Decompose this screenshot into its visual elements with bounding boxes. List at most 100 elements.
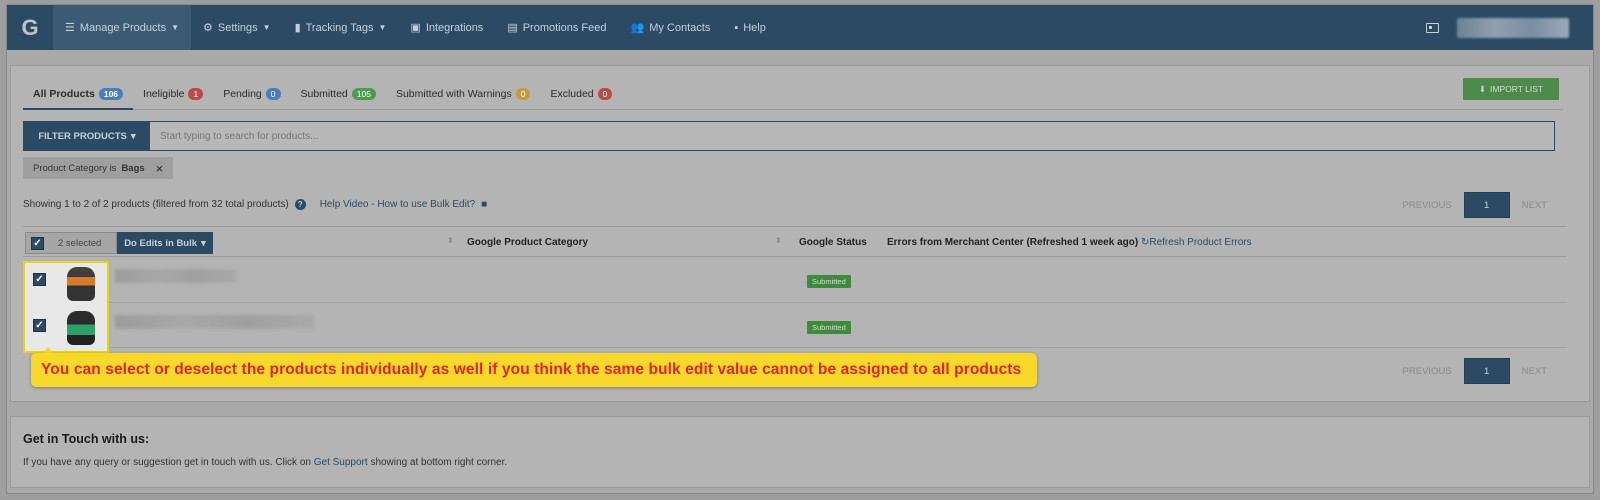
download-icon: ⬇ xyxy=(1478,83,1487,94)
column-category[interactable]: Google Product Category xyxy=(467,237,588,248)
previous-page-button[interactable]: PREVIOUS xyxy=(1391,200,1464,211)
table-header: ✓ 2 selected Do Edits in Bulk ▾ ⬍ Google… xyxy=(23,226,1567,257)
video-camera-icon[interactable]: ■ xyxy=(481,199,487,210)
nav-label: Manage Products xyxy=(79,21,167,34)
product-search-input[interactable] xyxy=(150,122,1554,150)
row-checkbox[interactable]: ✓ xyxy=(33,273,46,286)
count-badge: 0 xyxy=(515,88,531,100)
nav-label: Settings xyxy=(217,21,258,34)
tab-label: Submitted xyxy=(300,88,348,100)
selected-count: 2 selected xyxy=(58,237,102,249)
help-video-link[interactable]: Help Video - How to use Bulk Edit? xyxy=(320,199,475,210)
tab-ineligible[interactable]: Ineligible 1 xyxy=(133,82,213,110)
refresh-errors-link[interactable]: ↻Refresh Product Errors xyxy=(1141,237,1252,248)
pager-bottom: PREVIOUS 1 NEXT xyxy=(1391,358,1559,384)
select-all-group[interactable]: ✓ 2 selected xyxy=(25,232,117,254)
next-page-button[interactable]: NEXT xyxy=(1510,366,1559,377)
tab-submitted-with-warnings[interactable]: Submitted with Warnings 0 xyxy=(386,82,540,110)
nav-my-contacts[interactable]: 👥 My Contacts xyxy=(618,5,722,50)
sort-icon[interactable]: ⬍ xyxy=(447,236,454,245)
current-page-button[interactable]: 1 xyxy=(1463,358,1510,384)
row-checkbox[interactable]: ✓ xyxy=(33,319,46,332)
product-name-blurred[interactable] xyxy=(115,315,315,329)
select-all-checkbox[interactable]: ✓ xyxy=(31,236,44,250)
count-badge: 1 xyxy=(188,88,204,100)
nav-label: Promotions Feed xyxy=(522,21,607,34)
nav-label: Tracking Tags xyxy=(305,21,374,34)
count-badge: 0 xyxy=(265,88,281,100)
get-support-link[interactable]: Get Support xyxy=(314,457,368,468)
table-row[interactable]: Submitted xyxy=(23,303,1567,348)
tab-pending[interactable]: Pending 0 xyxy=(213,82,290,110)
bulk-edit-label: Do Edits in Bulk xyxy=(124,237,198,249)
product-thumbnail xyxy=(67,311,95,345)
status-tabs: All Products 106 Ineligible 1 Pending 0 … xyxy=(23,82,1563,110)
caret-down-icon: ▼ xyxy=(262,23,271,32)
table-row[interactable]: Submitted xyxy=(23,258,1567,303)
chip-value: Bags xyxy=(121,162,145,174)
count-badge: 105 xyxy=(351,88,376,100)
comment-icon: ▪ xyxy=(734,21,739,34)
import-list-button[interactable]: ⬇ IMPORT LIST xyxy=(1463,78,1559,100)
highlighted-row-selection: ✓ ✓ xyxy=(23,261,109,353)
instruction-callout: You can select or deselect the products … xyxy=(31,353,1037,387)
status-badge: Submitted xyxy=(807,275,851,288)
products-panel: All Products 106 Ineligible 1 Pending 0 … xyxy=(10,65,1590,402)
column-google-status[interactable]: Google Status xyxy=(799,237,867,248)
bar-chart-icon: ▮ xyxy=(294,22,301,34)
app-frame: G ☰ Manage Products ▼ ⚙ Settings ▼ ▮ Tra… xyxy=(6,4,1594,494)
remove-filter-icon[interactable]: × xyxy=(156,161,164,176)
nav-tracking-tags[interactable]: ▮ Tracking Tags ▼ xyxy=(283,5,399,50)
refresh-label: Refresh Product Errors xyxy=(1149,237,1252,248)
footer-text-after: showing at bottom right corner. xyxy=(370,457,508,468)
user-account-blurred[interactable] xyxy=(1457,17,1569,38)
caret-down-icon: ▼ xyxy=(378,23,387,32)
import-label: IMPORT LIST xyxy=(1490,84,1544,94)
filter-bar: FILTER PRODUCTS ▾ xyxy=(23,121,1555,151)
showing-text: Showing 1 to 2 of 2 products (filtered f… xyxy=(23,199,289,210)
caret-down-icon: ▾ xyxy=(201,237,206,249)
briefcase-icon: ▣ xyxy=(410,22,421,34)
tab-submitted[interactable]: Submitted 105 xyxy=(291,82,386,110)
footer-title: Get in Touch with us: xyxy=(23,432,150,446)
nav-label: Help xyxy=(743,21,766,34)
current-page-button[interactable]: 1 xyxy=(1463,192,1510,218)
nav-manage-products[interactable]: ☰ Manage Products ▼ xyxy=(53,5,192,50)
count-badge: 0 xyxy=(597,88,613,100)
previous-page-button[interactable]: PREVIOUS xyxy=(1391,366,1464,377)
footer-text-before: If you have any query or suggestion get … xyxy=(23,457,311,468)
app-logo[interactable]: G xyxy=(13,11,47,45)
nav-label: My Contacts xyxy=(649,21,711,34)
nav-integrations[interactable]: ▣ Integrations xyxy=(398,5,495,50)
product-thumbnail xyxy=(67,267,95,301)
filter-products-button[interactable]: FILTER PRODUCTS ▾ xyxy=(24,122,150,150)
caret-down-icon: ▼ xyxy=(171,23,180,32)
count-badge: 106 xyxy=(98,88,124,100)
contact-footer: Get in Touch with us: If you have any qu… xyxy=(10,416,1590,488)
nav-help[interactable]: ▪ Help xyxy=(722,5,778,50)
id-card-icon[interactable] xyxy=(1426,22,1439,33)
tab-all-products[interactable]: All Products 106 xyxy=(23,82,134,110)
tab-label: Ineligible xyxy=(143,88,185,100)
bulk-edit-button[interactable]: Do Edits in Bulk ▾ xyxy=(117,232,213,254)
callout-text: You can select or deselect the products … xyxy=(41,361,1022,378)
tab-label: All Products xyxy=(33,88,95,100)
footer-text: If you have any query or suggestion get … xyxy=(23,457,507,468)
tab-excluded[interactable]: Excluded 0 xyxy=(540,82,622,110)
chip-prefix: Product Category is xyxy=(33,162,117,174)
nav-settings[interactable]: ⚙ Settings ▼ xyxy=(191,5,283,50)
pager-top: PREVIOUS 1 NEXT xyxy=(1391,192,1559,218)
product-name-blurred[interactable] xyxy=(115,269,237,283)
next-page-button[interactable]: NEXT xyxy=(1510,200,1559,211)
top-navbar: G ☰ Manage Products ▼ ⚙ Settings ▼ ▮ Tra… xyxy=(7,5,1593,50)
nav-promotions-feed[interactable]: ▤ Promotions Feed xyxy=(495,5,618,50)
question-icon[interactable]: ? xyxy=(294,199,306,210)
results-summary: Showing 1 to 2 of 2 products (filtered f… xyxy=(23,199,487,210)
sort-icon[interactable]: ⬍ xyxy=(775,236,782,245)
users-icon: 👥 xyxy=(630,22,645,34)
tab-label: Excluded xyxy=(550,88,594,100)
tab-label: Submitted with Warnings xyxy=(395,88,512,100)
caret-down-icon: ▾ xyxy=(130,130,136,142)
status-badge: Submitted xyxy=(807,321,851,334)
nav-label: Integrations xyxy=(425,21,484,34)
